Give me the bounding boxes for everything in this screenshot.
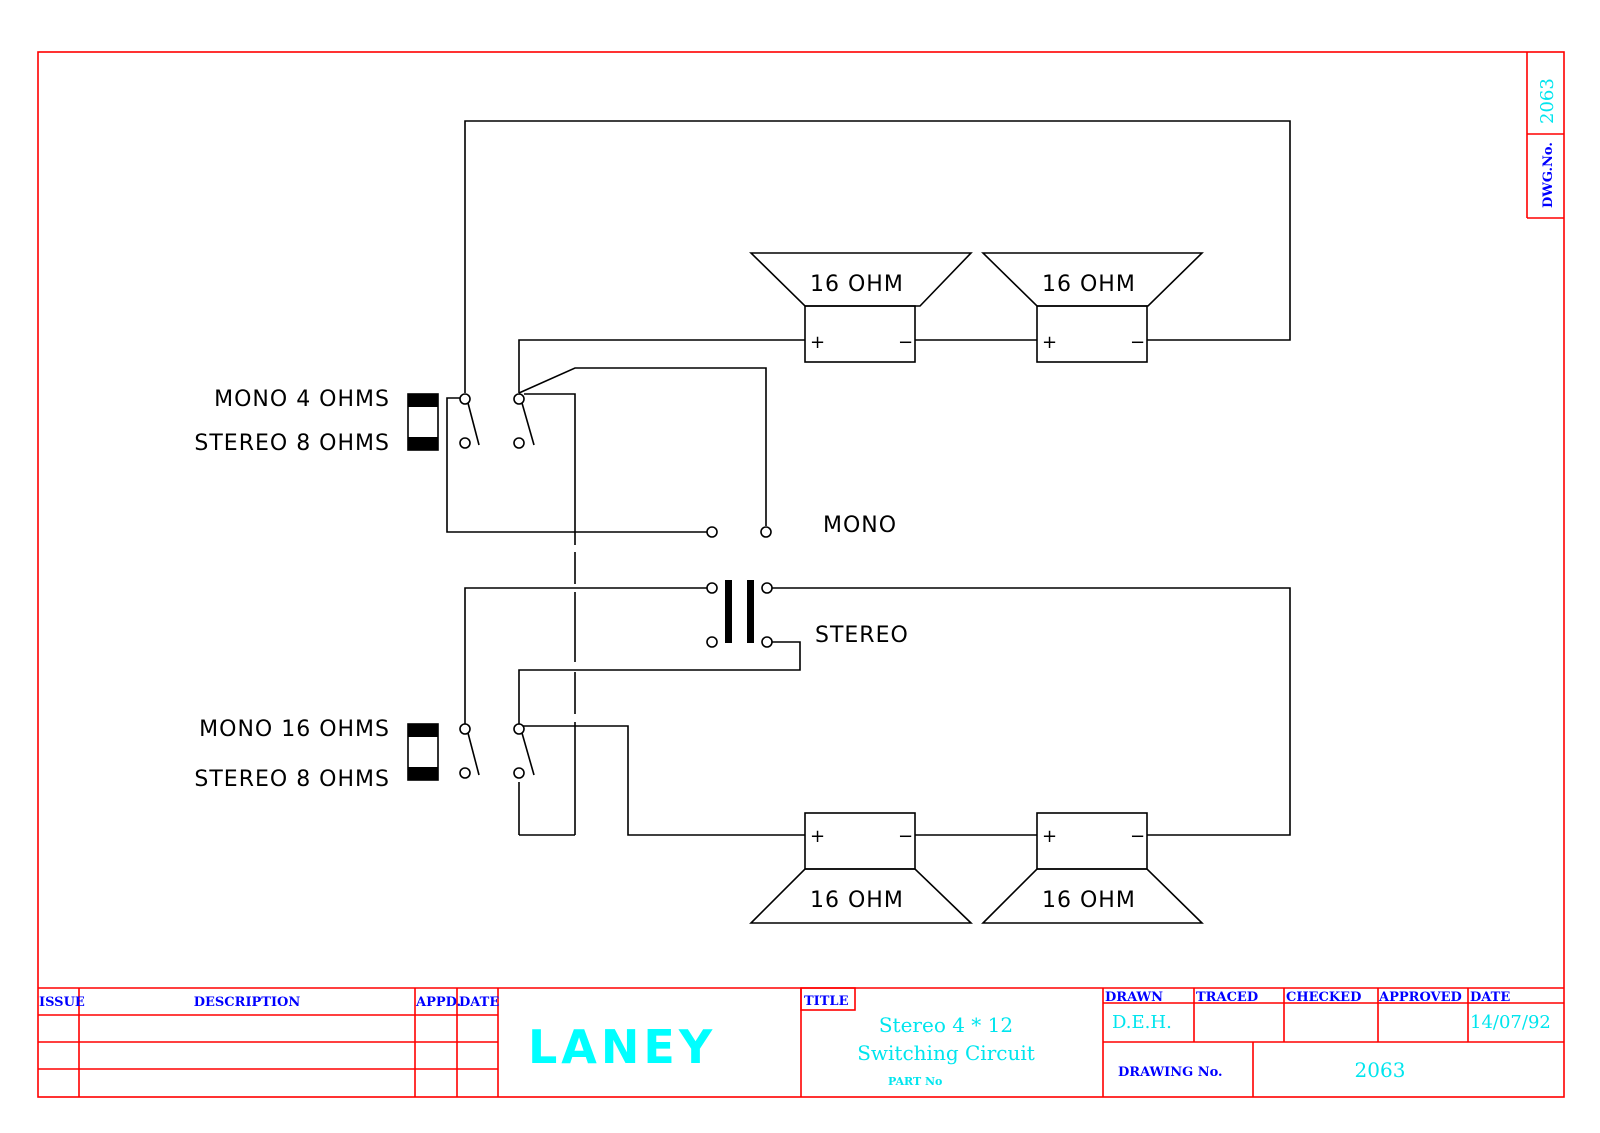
- plus-terminal: +: [810, 332, 825, 353]
- speaker-label: 16 OHM: [810, 272, 904, 297]
- switch-bottom-label-mono: MONO 16 OHMS: [199, 717, 390, 742]
- signoff-header-drawn: DRAWN: [1105, 990, 1163, 1005]
- part-no-label: PART No: [888, 1075, 942, 1088]
- speaker-top-2: 16 OHM + −: [981, 252, 1204, 363]
- laney-logo: LANEY: [528, 1020, 716, 1074]
- drawing-no-label: DRAWING No.: [1118, 1065, 1223, 1080]
- minus-terminal: −: [1130, 332, 1145, 353]
- plus-terminal: +: [810, 826, 825, 847]
- stereo-jack: STEREO: [706, 580, 909, 648]
- minus-terminal: −: [898, 826, 913, 847]
- switch-top[interactable]: MONO 4 OHMS STEREO 8 OHMS: [194, 387, 535, 456]
- title-line-1: Stereo 4 * 12: [879, 1013, 1013, 1037]
- dwg-no-value: 2063: [1537, 78, 1558, 124]
- stereo-jack-label: STEREO: [815, 623, 909, 648]
- rev-header-appd: APPD.: [415, 995, 461, 1010]
- switch-top-label-mono: MONO 4 OHMS: [214, 387, 390, 412]
- speaker-label: 16 OHM: [1042, 272, 1136, 297]
- dwg-number-box: DWG.No. 2063: [1526, 52, 1564, 219]
- switch-bottom[interactable]: MONO 16 OHMS STEREO 8 OHMS: [194, 717, 535, 792]
- rev-header-description: DESCRIPTION: [194, 995, 301, 1010]
- wiring: [446, 120, 1291, 836]
- dwg-no-label: DWG.No.: [1541, 142, 1556, 208]
- mono-jack-label: MONO: [823, 513, 897, 538]
- signoff-header-traced: TRACED: [1196, 990, 1258, 1005]
- title-block: ISSUE DESCRIPTION APPD. DATE LANEY TITLE…: [38, 987, 1564, 1097]
- title-label: TITLE: [804, 994, 849, 1009]
- rev-header-date: DATE: [459, 995, 499, 1010]
- signoff-date-value: 14/07/92: [1470, 1012, 1551, 1033]
- rev-header-issue: ISSUE: [39, 995, 85, 1010]
- title-line-2: Switching Circuit: [857, 1041, 1035, 1065]
- speaker-top-1: 16 OHM + −: [749, 252, 973, 363]
- minus-terminal: −: [898, 332, 913, 353]
- plus-terminal: +: [1042, 826, 1057, 847]
- signoff-header-approved: APPROVED: [1378, 990, 1462, 1005]
- signoff-drawn-value: D.E.H.: [1112, 1012, 1172, 1033]
- signoff-header-date: DATE: [1470, 990, 1510, 1005]
- switch-top-label-stereo: STEREO 8 OHMS: [194, 431, 390, 456]
- drawing-no-value: 2063: [1355, 1058, 1406, 1082]
- schematic-sheet: DWG.No. 2063 16 OHM + − 16 OHM + − + − 1…: [37, 51, 1565, 1098]
- speaker-label: 16 OHM: [1042, 888, 1136, 913]
- minus-terminal: −: [1130, 826, 1145, 847]
- plus-terminal: +: [1042, 332, 1057, 353]
- sheet-border: [37, 51, 1565, 1098]
- mono-jack: MONO: [706, 513, 897, 538]
- signoff-header-checked: CHECKED: [1286, 990, 1361, 1005]
- speaker-bottom-2: + − 16 OHM: [981, 812, 1204, 924]
- switch-bottom-label-stereo: STEREO 8 OHMS: [194, 767, 390, 792]
- speaker-bottom-1: + − 16 OHM: [749, 812, 973, 924]
- speaker-label: 16 OHM: [810, 888, 904, 913]
